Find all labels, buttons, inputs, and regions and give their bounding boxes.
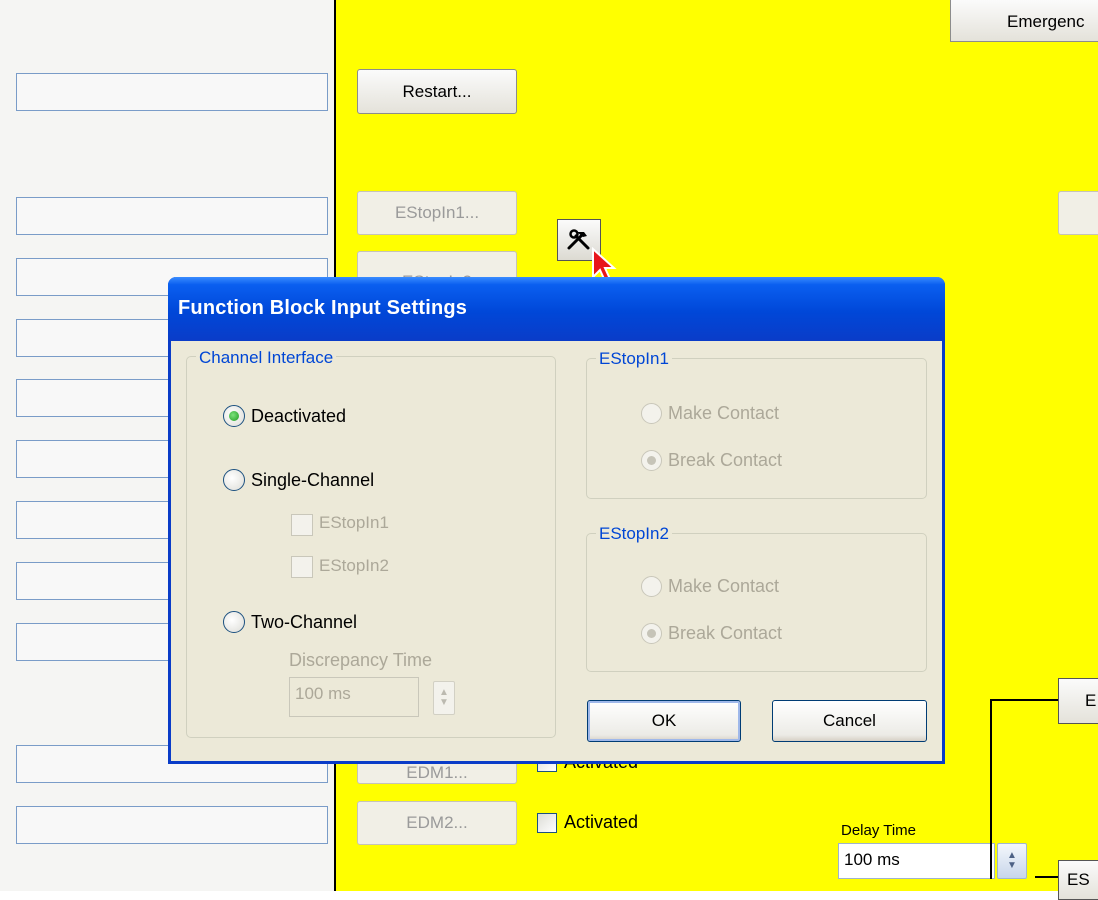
- right-block-es[interactable]: ES: [1058, 860, 1098, 900]
- spinner-down-icon: ▼: [1007, 860, 1017, 871]
- radio-selected-dot: [229, 411, 239, 421]
- emergency-block-header: Emergenc: [950, 0, 1098, 42]
- estopin1-button[interactable]: EStopIn1...: [357, 191, 517, 235]
- delay-time-field[interactable]: 100 ms: [838, 843, 995, 879]
- restart-button[interactable]: Restart...: [357, 69, 517, 114]
- single-estopin1-checkbox[interactable]: [291, 514, 313, 536]
- estopin2-make-contact-radio[interactable]: [641, 576, 662, 597]
- single-channel-label: Single-Channel: [251, 470, 375, 490]
- delay-time-label: Delay Time: [841, 822, 917, 839]
- edm2-button[interactable]: EDM2...: [357, 801, 517, 845]
- connection-wire-horizontal: [990, 699, 1060, 701]
- single-estopin2-checkbox[interactable]: [291, 556, 313, 578]
- function-block-input-settings-dialog: Function Block Input Settings Channel In…: [168, 277, 945, 764]
- left-signal-slot-2[interactable]: [16, 197, 328, 235]
- estopin2-make-contact-label: Make Contact: [668, 576, 780, 596]
- estopin2-break-contact-label: Break Contact: [668, 623, 783, 643]
- estopin1-legend: EStopIn1: [596, 349, 672, 369]
- two-channel-radio[interactable]: [223, 611, 245, 633]
- dialog-title: Function Block Input Settings: [168, 277, 945, 341]
- estopin1-group: [586, 358, 927, 499]
- single-estopin1-label: EStopIn1: [319, 513, 389, 532]
- deactivated-radio[interactable]: [223, 405, 245, 427]
- discrepancy-time-spinner[interactable]: ▲ ▼: [433, 681, 455, 715]
- edm2-activated-label: Activated: [564, 812, 639, 832]
- hammer-wrench-icon: [567, 229, 590, 250]
- radio-selected-dot: [647, 456, 656, 465]
- ok-button[interactable]: OK: [587, 700, 741, 742]
- channel-interface-legend: Channel Interface: [196, 348, 337, 368]
- delay-time-spinner[interactable]: ▲ ▼: [997, 843, 1027, 879]
- estopin2-legend: EStopIn2: [596, 524, 672, 544]
- estopin2-group: [586, 533, 927, 672]
- edm2-activated-checkbox[interactable]: [537, 813, 557, 833]
- estopin1-make-contact-radio[interactable]: [641, 403, 662, 424]
- discrepancy-time-label: Discrepancy Time: [289, 650, 433, 670]
- single-channel-radio[interactable]: [223, 469, 245, 491]
- cancel-button[interactable]: Cancel: [772, 700, 927, 742]
- connection-wire-vertical: [990, 699, 992, 879]
- radio-selected-dot: [647, 629, 656, 638]
- discrepancy-time-field[interactable]: 100 ms: [289, 677, 419, 717]
- emergency-label: Emergenc: [1007, 12, 1085, 31]
- left-signal-slot-1[interactable]: [16, 73, 328, 111]
- single-estopin2-label: EStopIn2: [319, 556, 389, 575]
- deactivated-label: Deactivated: [251, 406, 347, 426]
- spinner-down-icon: ▼: [439, 697, 449, 708]
- right-block-button[interactable]: [1058, 191, 1098, 235]
- estopin1-make-contact-label: Make Contact: [668, 403, 780, 423]
- estopin1-break-contact-radio[interactable]: [641, 450, 662, 471]
- left-signal-slot-11[interactable]: [16, 806, 328, 844]
- estopin1-break-contact-label: Break Contact: [668, 450, 783, 470]
- connection-wire-bottom: [1035, 876, 1060, 878]
- right-block-e[interactable]: E: [1058, 678, 1098, 724]
- estopin2-break-contact-radio[interactable]: [641, 623, 662, 644]
- two-channel-label: Two-Channel: [251, 612, 358, 632]
